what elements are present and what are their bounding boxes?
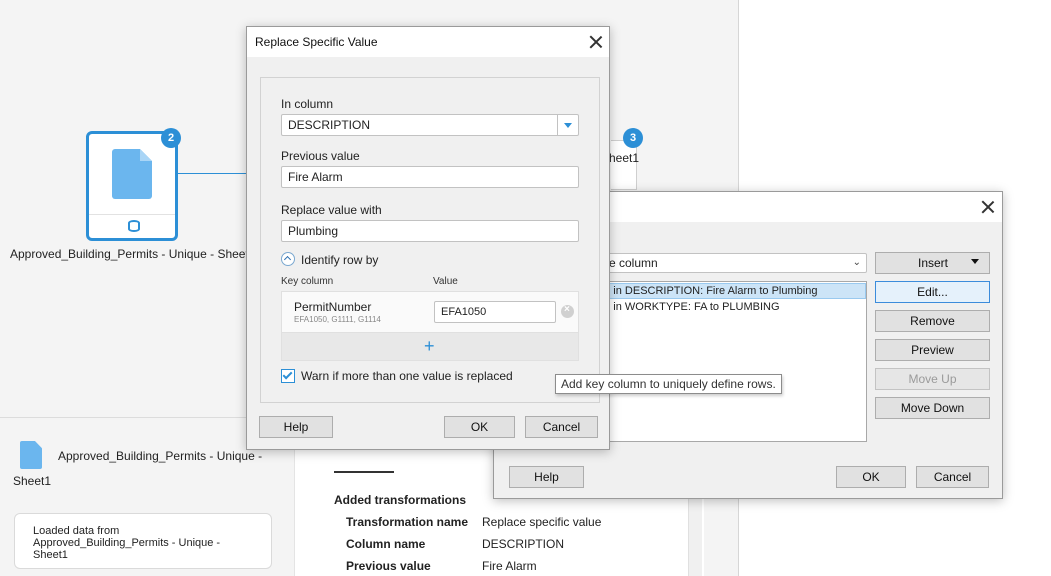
edit-button[interactable]: Edit... — [875, 281, 990, 303]
node3-badge: 3 — [623, 128, 643, 148]
identify-row-label[interactable]: Identify row by — [301, 253, 378, 267]
replace-with-input[interactable]: Plumbing — [281, 220, 579, 242]
insert-button[interactable]: Insert — [875, 252, 990, 274]
move-down-button[interactable]: Move Down — [875, 397, 990, 419]
details-heading: Added transformations — [334, 493, 467, 507]
detail-value: Fire Alarm — [482, 559, 537, 573]
in-column-value: DESCRIPTION — [288, 118, 371, 132]
node-badge: 2 — [161, 128, 181, 148]
key-column-header: Key column — [281, 276, 334, 287]
dialog-titlebar: Replace Specific Value — [247, 27, 609, 57]
collapse-icon[interactable] — [281, 252, 295, 266]
move-up-button[interactable]: Move Up — [875, 368, 990, 390]
help-button[interactable]: Help — [509, 466, 584, 488]
ok-button[interactable]: OK — [444, 416, 515, 438]
in-column-label: In column — [281, 97, 334, 111]
database-icon — [128, 220, 140, 232]
dropdown-arrow-icon — [971, 259, 979, 264]
list-item-text: ue in WORKTYPE: FA to PLUMBING — [598, 301, 780, 313]
dropdown-button[interactable] — [557, 115, 578, 135]
close-icon[interactable] — [981, 200, 995, 214]
checkmark-icon — [282, 369, 293, 380]
detail-label: Column name — [346, 537, 426, 551]
info-line: Approved_Building_Permits - Unique - — [33, 537, 221, 549]
help-button[interactable]: Help — [259, 416, 333, 438]
key-row: PermitNumber EFA1050, G1111, G1114 EFA10… — [281, 291, 579, 333]
info-box: Loaded data from Approved_Building_Permi… — [14, 513, 272, 569]
tab-indicator — [334, 471, 394, 473]
key-value-input[interactable]: EFA1050 — [434, 301, 556, 323]
detail-label: Transformation name — [346, 515, 469, 529]
insert-label: Insert — [918, 256, 949, 270]
item-title: Approved_Building_Permits - Unique - — [58, 449, 263, 463]
chevron-down-icon — [564, 123, 572, 128]
list-item-selected[interactable]: ue in DESCRIPTION: Fire Alarm to Plumbin… — [593, 283, 866, 299]
chevron-down-icon: ⌄ — [852, 257, 861, 268]
add-key-tooltip: Add key column to uniquely define rows. — [555, 374, 782, 394]
detail-value: Replace specific value — [482, 515, 602, 529]
ok-button[interactable]: OK — [836, 466, 906, 488]
node-footer — [89, 214, 175, 238]
remove-button[interactable]: Remove — [875, 310, 990, 332]
replace-with-label: Replace value with — [281, 203, 382, 217]
add-icon[interactable]: + — [424, 337, 435, 355]
detail-label: Previous value — [346, 559, 431, 573]
detail-value: DESCRIPTION — [482, 537, 565, 551]
previous-value-input[interactable]: Fire Alarm — [281, 166, 579, 188]
close-icon[interactable] — [589, 35, 603, 49]
info-line: Sheet1 — [33, 549, 68, 561]
key-column-name: PermitNumber — [294, 300, 372, 314]
list-item[interactable]: ue in WORKTYPE: FA to PLUMBING — [593, 300, 866, 316]
dialog-title: Replace Specific Value — [255, 35, 378, 49]
remove-key-icon[interactable]: × — [561, 304, 574, 318]
in-column-select[interactable]: DESCRIPTION — [281, 114, 579, 136]
item-title-line2: Sheet1 — [13, 474, 52, 488]
key-column-samples: EFA1050, G1111, G1114 — [294, 315, 381, 324]
file-icon — [112, 149, 152, 199]
warn-checkbox[interactable] — [281, 369, 295, 383]
transformations-list[interactable]: ue in DESCRIPTION: Fire Alarm to Plumbin… — [592, 281, 867, 442]
value-header: Value — [433, 276, 458, 287]
list-item-text: ue in DESCRIPTION: Fire Alarm to Plumbin… — [598, 285, 818, 297]
node-sheet1-card[interactable] — [86, 131, 178, 241]
add-key-column-row[interactable]: + — [281, 333, 579, 361]
warn-label[interactable]: Warn if more than one value is replaced — [301, 369, 513, 383]
preview-button[interactable]: Preview — [875, 339, 990, 361]
node3-label: heet1 — [609, 151, 640, 165]
info-line: Loaded data from — [33, 525, 120, 537]
previous-value-label: Previous value — [281, 149, 360, 163]
connector-line — [178, 173, 248, 174]
node-label: Approved_Building_Permits - Unique - She… — [10, 247, 256, 261]
combo-value: e column — [609, 256, 658, 270]
cancel-button[interactable]: Cancel — [916, 466, 989, 488]
transformation-type-combo[interactable]: e column ⌄ — [592, 253, 867, 273]
cancel-button[interactable]: Cancel — [525, 416, 598, 438]
file-icon — [20, 441, 42, 469]
